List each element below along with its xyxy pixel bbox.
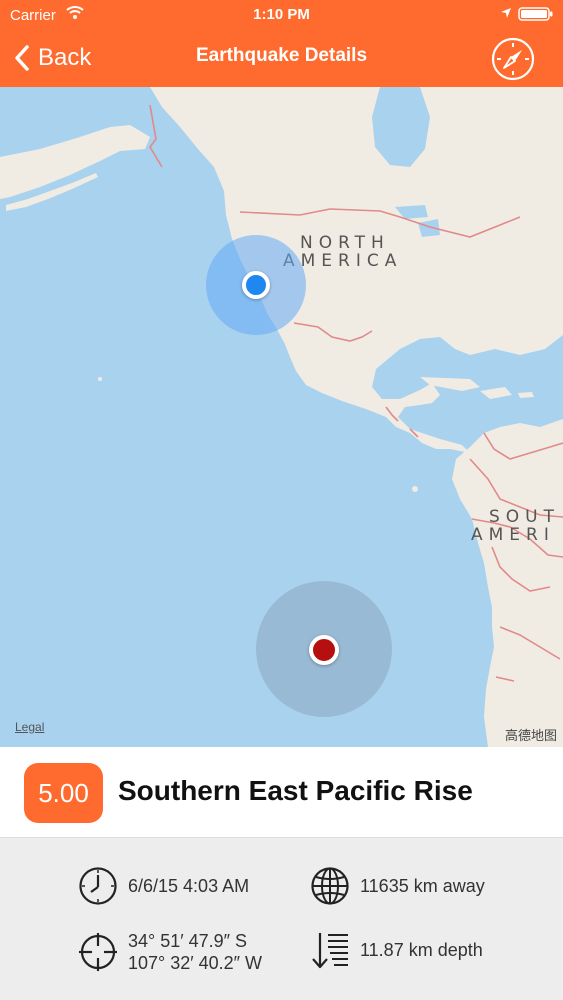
page-title: Earthquake Details bbox=[195, 45, 368, 66]
magnitude-badge: 5.00 bbox=[24, 763, 103, 823]
crosshair-icon bbox=[79, 933, 117, 971]
map-label-south-america-line2: AMERI bbox=[471, 525, 555, 545]
map-label-south-america-line1: SOUT bbox=[489, 507, 560, 527]
legal-link[interactable]: Legal bbox=[15, 720, 44, 734]
quake-summary: 5.00 Southern East Pacific Rise bbox=[0, 747, 563, 838]
quake-distance: 11635 km away bbox=[360, 876, 485, 896]
navigation-bar: Back Earthquake Details bbox=[0, 30, 563, 87]
status-bar: Carrier 1:10 PM bbox=[0, 0, 563, 30]
quake-latitude: 34° 51′ 47.9″ S bbox=[128, 931, 248, 951]
earthquake-pin[interactable] bbox=[309, 635, 339, 665]
globe-icon bbox=[311, 867, 349, 905]
quake-coordinates: 34° 51′ 47.9″ S 107° 32′ 40.2″ W bbox=[128, 930, 262, 974]
detail-depth: 11.87 km depth bbox=[310, 930, 483, 970]
detail-date: 6/6/15 4:03 AM bbox=[78, 866, 249, 906]
quake-location-title: Southern East Pacific Rise bbox=[118, 775, 473, 806]
detail-coordinates: 34° 51′ 47.9″ S 107° 32′ 40.2″ W bbox=[78, 930, 262, 974]
map-attribution: 高德地图 bbox=[504, 728, 557, 743]
location-arrow-icon bbox=[501, 8, 511, 18]
quake-depth: 11.87 km depth bbox=[360, 940, 483, 960]
status-time: 1:10 PM bbox=[253, 6, 310, 23]
quake-details: 6/6/15 4:03 AM 11635 km away 34° 51′ 47.… bbox=[0, 838, 563, 1000]
compass-icon bbox=[491, 37, 535, 81]
quake-longitude: 107° 32′ 40.2″ W bbox=[128, 953, 263, 973]
clock-icon bbox=[79, 867, 117, 905]
detail-distance: 11635 km away bbox=[310, 866, 485, 906]
quake-date: 6/6/15 4:03 AM bbox=[128, 876, 250, 896]
map-label-north-america-line1: NORTH bbox=[300, 233, 390, 253]
header: Carrier 1:10 PM Back Earthquake Details bbox=[0, 0, 563, 87]
map-view[interactable]: NORTH AMERICA SOUT AMERI Legal 高德地图 bbox=[0, 87, 563, 747]
compass-button[interactable] bbox=[491, 37, 535, 81]
depth-icon bbox=[312, 933, 348, 969]
user-location-dot[interactable] bbox=[242, 271, 270, 299]
battery-icon bbox=[518, 7, 553, 21]
